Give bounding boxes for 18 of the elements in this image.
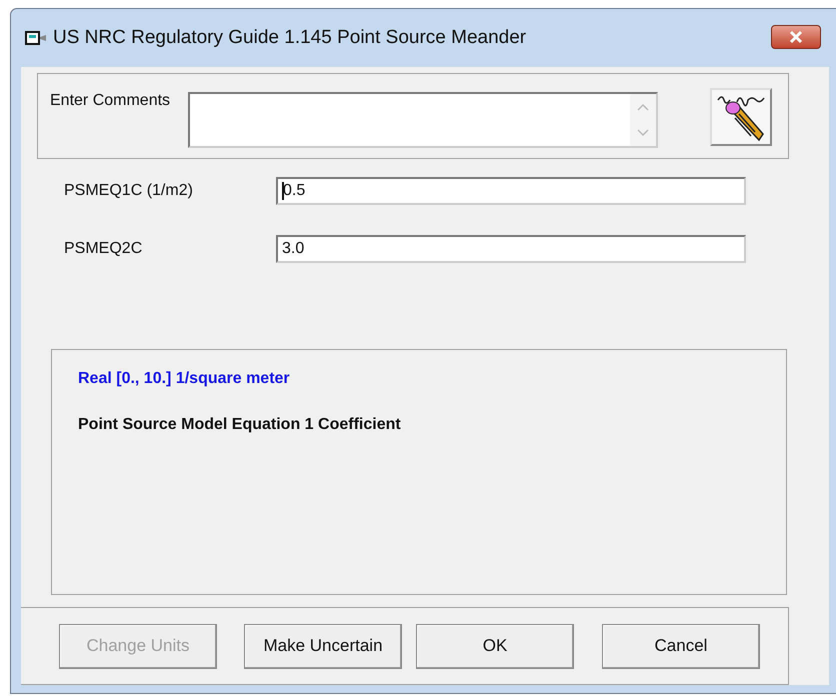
value-field[interactable]: 3.0: [276, 235, 746, 263]
close-button[interactable]: [771, 25, 821, 49]
comments-field[interactable]: [188, 92, 658, 148]
comments-label: Enter Comments: [50, 92, 170, 110]
value-field[interactable]: 0.5: [276, 177, 746, 205]
field-label: PSMEQ1C (1/m2): [64, 182, 194, 200]
description-text: Point Source Model Equation 1 Coefficient: [78, 416, 402, 434]
dialog-button[interactable]: OK: [416, 624, 574, 668]
field-value: 3.0: [282, 240, 304, 258]
field-value: 0.5: [283, 182, 306, 200]
field-label: PSMEQ2C: [64, 240, 144, 258]
close-icon: [788, 30, 804, 44]
app-icon: [25, 29, 47, 47]
dialog-button[interactable]: Cancel: [602, 624, 760, 668]
spell-check-button[interactable]: [710, 88, 772, 146]
range-text: Real [0., 10.] 1/square meter: [78, 370, 291, 388]
dialog-button[interactable]: Make Uncertain: [244, 624, 402, 668]
window-title: US NRC Regulatory Guide 1.145 Point Source Meander: [53, 27, 526, 49]
